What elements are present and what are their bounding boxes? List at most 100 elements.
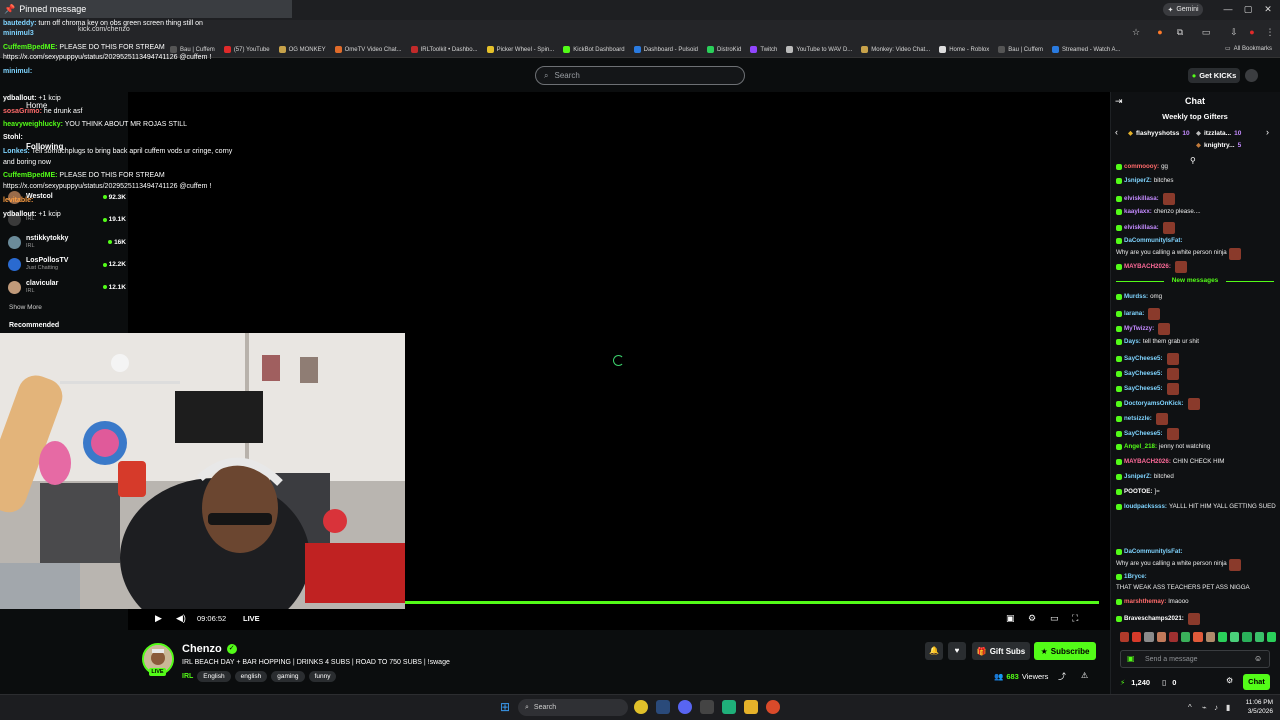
file-explorer-icon[interactable]	[744, 700, 758, 714]
extensions-puzzle-icon[interactable]: ⧉	[1174, 26, 1186, 38]
network-icon[interactable]: ⌁	[1202, 703, 1207, 712]
bookmark-item[interactable]: Home - Roblox	[939, 46, 989, 53]
sidebar-channel[interactable]: LosPollosTV Just Chatting 12.2K	[8, 255, 126, 275]
chat-username[interactable]: JsniperZ:	[1124, 177, 1152, 186]
miniplayer-icon[interactable]: ▣	[1006, 613, 1015, 624]
chat-username[interactable]: netsizzle:	[1124, 415, 1152, 424]
emote-icon[interactable]	[1181, 632, 1191, 642]
play-icon[interactable]: ▶	[155, 613, 162, 624]
chevron-left-icon[interactable]: ‹	[1115, 127, 1118, 137]
get-kicks-button[interactable]: ● Get KICKs	[1188, 68, 1240, 83]
sidebar-channel[interactable]: clavicular IRL 12.1K	[8, 277, 126, 297]
chat-username[interactable]: POOTOE:	[1124, 488, 1152, 497]
emote-icon[interactable]	[1193, 632, 1203, 642]
bookmark-item[interactable]: DistroKid	[707, 46, 741, 53]
chat-username[interactable]: loudpackssss:	[1124, 503, 1167, 512]
download-icon[interactable]: ⇩	[1228, 26, 1240, 38]
emote-icon[interactable]	[1242, 632, 1252, 642]
emote-icon[interactable]	[1144, 632, 1154, 642]
close-window-button[interactable]: ✕	[1262, 3, 1274, 15]
chat-username[interactable]: MAYBACH2026:	[1124, 458, 1171, 467]
chat-send-button[interactable]: Chat	[1243, 674, 1270, 690]
emote-icon[interactable]	[1254, 632, 1264, 642]
chat-username[interactable]: SayCheese5:	[1124, 430, 1163, 439]
chat-username[interactable]: JsniperZ:	[1124, 473, 1152, 482]
bookmark-item[interactable]: Streamed - Watch A...	[1052, 46, 1121, 53]
emote-icon[interactable]	[1156, 632, 1166, 642]
theater-mode-icon[interactable]: ▭	[1050, 613, 1059, 624]
user-avatar[interactable]	[1245, 69, 1258, 82]
speaker-icon[interactable]: ♪	[1214, 703, 1218, 712]
gemini-button[interactable]: ✦ Gemini	[1163, 3, 1203, 16]
chat-username[interactable]: Days:	[1124, 338, 1141, 347]
profile-icon[interactable]: ●	[1246, 26, 1258, 38]
stream-tag[interactable]: English	[197, 671, 231, 682]
extension-icon[interactable]: ●	[1154, 26, 1166, 38]
chat-username[interactable]: MyTwizzy:	[1124, 325, 1154, 334]
top-gifter[interactable]: ◆ flashyyshotss 10	[1128, 129, 1190, 138]
stream-tag[interactable]: funny	[308, 671, 337, 682]
share-icon[interactable]: ⤴	[1058, 671, 1066, 682]
bookmark-item[interactable]: Monkey: Video Chat...	[861, 46, 930, 53]
maximize-window-button[interactable]: ▢	[1242, 3, 1254, 15]
category-link[interactable]: IRL	[182, 673, 193, 680]
chat-username[interactable]: Murdss:	[1124, 293, 1148, 302]
subscribe-button[interactable]: ★ Subscribe	[1034, 642, 1096, 660]
chat-message-input[interactable]: Send a message	[1120, 650, 1270, 668]
app-icon[interactable]	[722, 700, 736, 714]
chevron-right-icon[interactable]: ›	[1266, 127, 1269, 137]
browser-menu-icon[interactable]: ⋮	[1264, 26, 1276, 38]
sidepanel-icon[interactable]: ▭	[1200, 26, 1212, 38]
chat-username[interactable]: SayCheese5:	[1124, 385, 1163, 394]
chat-username[interactable]: kaaylaxx:	[1124, 208, 1152, 217]
emote-icon[interactable]	[1132, 632, 1142, 642]
top-gifter[interactable]: ◆ knightry... 5	[1196, 141, 1241, 150]
chat-username[interactable]: marshthemay:	[1124, 598, 1166, 607]
chat-username[interactable]: 1Bryce:	[1124, 573, 1147, 582]
follow-heart-icon[interactable]: ♥	[948, 642, 966, 660]
bookmark-item[interactable]: KickBot Dashboard	[563, 46, 625, 53]
top-gifter[interactable]: ◆ itzzlata... 10	[1196, 129, 1241, 138]
chat-username[interactable]: SayCheese5:	[1124, 355, 1163, 364]
bookmark-item[interactable]: Twitch	[750, 46, 777, 53]
bookmark-item[interactable]: YouTube to WAV D...	[786, 46, 852, 53]
emoji-picker-icon[interactable]: ☺	[1254, 654, 1262, 663]
emote-icon[interactable]	[1120, 632, 1130, 642]
chrome-icon[interactable]	[634, 700, 648, 714]
emote-icon[interactable]	[1205, 632, 1215, 642]
chat-username[interactable]: MAYBACH2026:	[1124, 263, 1171, 272]
show-more-link[interactable]: Show More	[9, 304, 42, 311]
chat-username[interactable]: DoctoryamsOnKick:	[1124, 400, 1184, 409]
discord-icon[interactable]	[678, 700, 692, 714]
chat-username[interactable]: elviskillasa:	[1124, 195, 1159, 204]
stream-tag[interactable]: gaming	[271, 671, 305, 682]
bookmark-item[interactable]: IRLToolkit • Dashbo...	[410, 46, 478, 53]
emote-icon[interactable]	[1168, 632, 1179, 642]
obs-icon[interactable]	[700, 700, 714, 714]
battery-icon[interactable]: ▮	[1226, 703, 1230, 712]
bookmark-item[interactable]: Bau | Cuffem	[998, 46, 1043, 53]
chat-username[interactable]: Braveschamps2021:	[1124, 615, 1184, 624]
chat-username[interactable]: DaCommunityIsFat:	[1124, 237, 1182, 246]
sidebar-channel[interactable]: nstikkytokky IRL 16K	[8, 232, 126, 252]
stream-tag[interactable]: english	[234, 671, 268, 682]
taskbar-search[interactable]: ⌕ Search	[518, 699, 628, 716]
volume-icon[interactable]: ◀)	[176, 613, 186, 624]
settings-icon[interactable]: ⚙	[1028, 613, 1036, 624]
bookmark-item[interactable]: Picker Wheel - Spin...	[486, 46, 554, 53]
steam-icon[interactable]	[656, 700, 670, 714]
all-bookmarks-button[interactable]: ▭ All Bookmarks	[1225, 45, 1272, 53]
gift-subs-button[interactable]: 🎁 Gift Subs	[972, 642, 1030, 660]
chat-username[interactable]: larana:	[1124, 310, 1144, 319]
system-clock[interactable]: 11:06 PM 3/5/2026	[1243, 698, 1273, 716]
chat-username[interactable]: DaCommunityIsFat:	[1124, 548, 1182, 557]
emote-icon[interactable]	[1266, 632, 1277, 642]
chat-username[interactable]: Angel_218:	[1124, 443, 1157, 452]
minimize-window-button[interactable]: —	[1222, 3, 1234, 15]
browser-icon[interactable]	[766, 700, 780, 714]
chat-settings-icon[interactable]: ⚙	[1226, 676, 1233, 685]
new-messages-divider[interactable]: New messages	[1116, 277, 1274, 286]
chat-username[interactable]: elviskillasa:	[1124, 224, 1159, 233]
bookmark-item[interactable]: OmeTV Video Chat...	[334, 46, 402, 53]
notifications-bell-icon[interactable]: 🔔	[925, 642, 943, 660]
